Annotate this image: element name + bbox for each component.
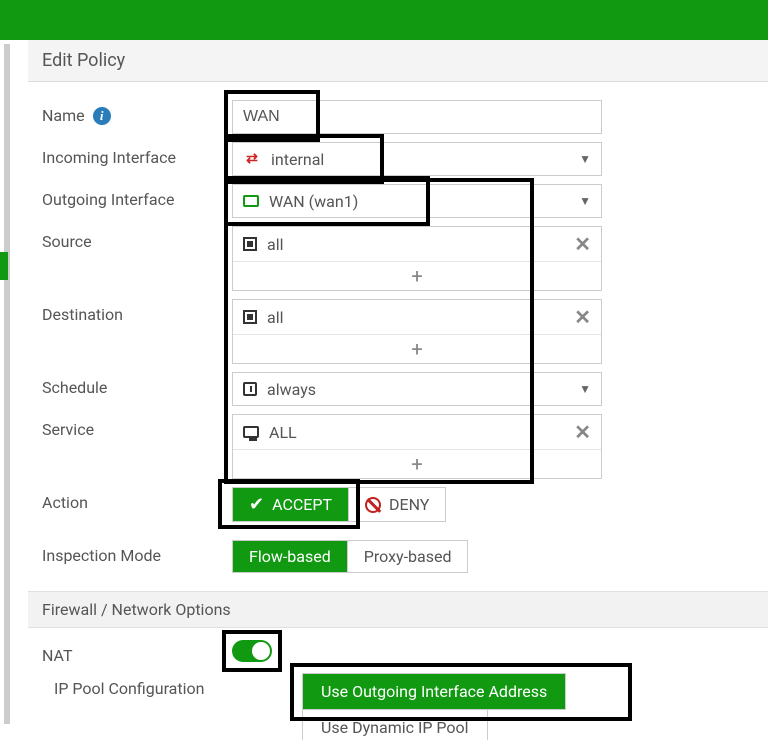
sidebar-active-marker	[0, 252, 8, 280]
check-icon: ✔	[249, 494, 264, 515]
inspection-button-group: Flow-based Proxy-based	[232, 540, 468, 573]
label-source: Source	[42, 232, 92, 251]
address-icon	[243, 237, 257, 251]
shuffle-icon: ⇄	[243, 151, 261, 167]
remove-icon[interactable]: ✕	[574, 232, 591, 256]
schedule-select[interactable]: always ▼	[232, 372, 602, 406]
destination-add[interactable]: +	[233, 334, 601, 363]
service-add[interactable]: +	[233, 449, 601, 478]
source-add[interactable]: +	[233, 261, 601, 290]
ippool-use-outgoing-button[interactable]: Use Outgoing Interface Address	[302, 673, 566, 710]
nat-toggle[interactable]	[232, 640, 272, 662]
address-icon	[243, 310, 257, 324]
action-accept-label: ACCEPT	[272, 495, 332, 514]
action-accept-button[interactable]: ✔ ACCEPT	[233, 488, 349, 521]
incoming-interface-select[interactable]: ⇄ internal ▼	[232, 142, 602, 176]
destination-multiselect[interactable]: all ✕ +	[232, 299, 602, 364]
remove-icon[interactable]: ✕	[574, 305, 591, 329]
label-ippool: IP Pool Configuration	[54, 679, 204, 698]
incoming-interface-value: internal	[271, 150, 324, 169]
info-icon[interactable]: i	[93, 107, 111, 125]
schedule-value: always	[267, 380, 316, 399]
label-action: Action	[42, 493, 88, 512]
section-firewall-options: Firewall / Network Options	[28, 591, 768, 628]
label-incoming: Incoming Interface	[42, 148, 176, 167]
service-icon	[243, 426, 259, 438]
service-multiselect[interactable]: ALL ✕ +	[232, 414, 602, 479]
inspection-flow-label: Flow-based	[249, 547, 331, 566]
schedule-icon	[243, 382, 257, 396]
name-input[interactable]	[232, 100, 602, 134]
chevron-down-icon: ▼	[579, 382, 591, 396]
outgoing-interface-value: WAN (wan1)	[269, 192, 358, 211]
source-item-label: all	[267, 235, 283, 254]
page-title: Edit Policy	[28, 40, 768, 82]
label-destination: Destination	[42, 305, 123, 324]
ippool-use-dynamic-button[interactable]: Use Dynamic IP Pool	[302, 710, 488, 740]
top-bar	[0, 0, 768, 40]
source-multiselect[interactable]: all ✕ +	[232, 226, 602, 291]
destination-item[interactable]: all ✕	[233, 300, 601, 334]
chevron-down-icon: ▼	[579, 152, 591, 166]
inspection-flow-button[interactable]: Flow-based	[233, 541, 348, 572]
label-service: Service	[42, 420, 94, 439]
action-button-group: ✔ ACCEPT DENY	[232, 487, 446, 522]
label-name: Name	[42, 106, 85, 125]
policy-form: Name i Incoming Interface ⇄ internal ▼	[28, 82, 768, 573]
remove-icon[interactable]: ✕	[574, 420, 591, 444]
action-deny-button[interactable]: DENY	[349, 488, 445, 521]
source-item[interactable]: all ✕	[233, 227, 601, 261]
chevron-down-icon: ▼	[579, 194, 591, 208]
service-item[interactable]: ALL ✕	[233, 415, 601, 449]
inspection-proxy-button[interactable]: Proxy-based	[348, 541, 468, 572]
label-schedule: Schedule	[42, 378, 107, 397]
nic-icon	[243, 195, 259, 207]
outgoing-interface-select[interactable]: WAN (wan1) ▼	[232, 184, 602, 218]
label-nat: NAT	[42, 646, 73, 665]
sidebar-sliver	[4, 44, 10, 724]
label-inspection: Inspection Mode	[42, 546, 161, 565]
service-item-label: ALL	[269, 423, 297, 442]
deny-icon	[365, 497, 381, 513]
label-outgoing: Outgoing Interface	[42, 190, 174, 209]
action-deny-label: DENY	[389, 495, 429, 514]
destination-item-label: all	[267, 308, 283, 327]
inspection-proxy-label: Proxy-based	[364, 547, 452, 566]
